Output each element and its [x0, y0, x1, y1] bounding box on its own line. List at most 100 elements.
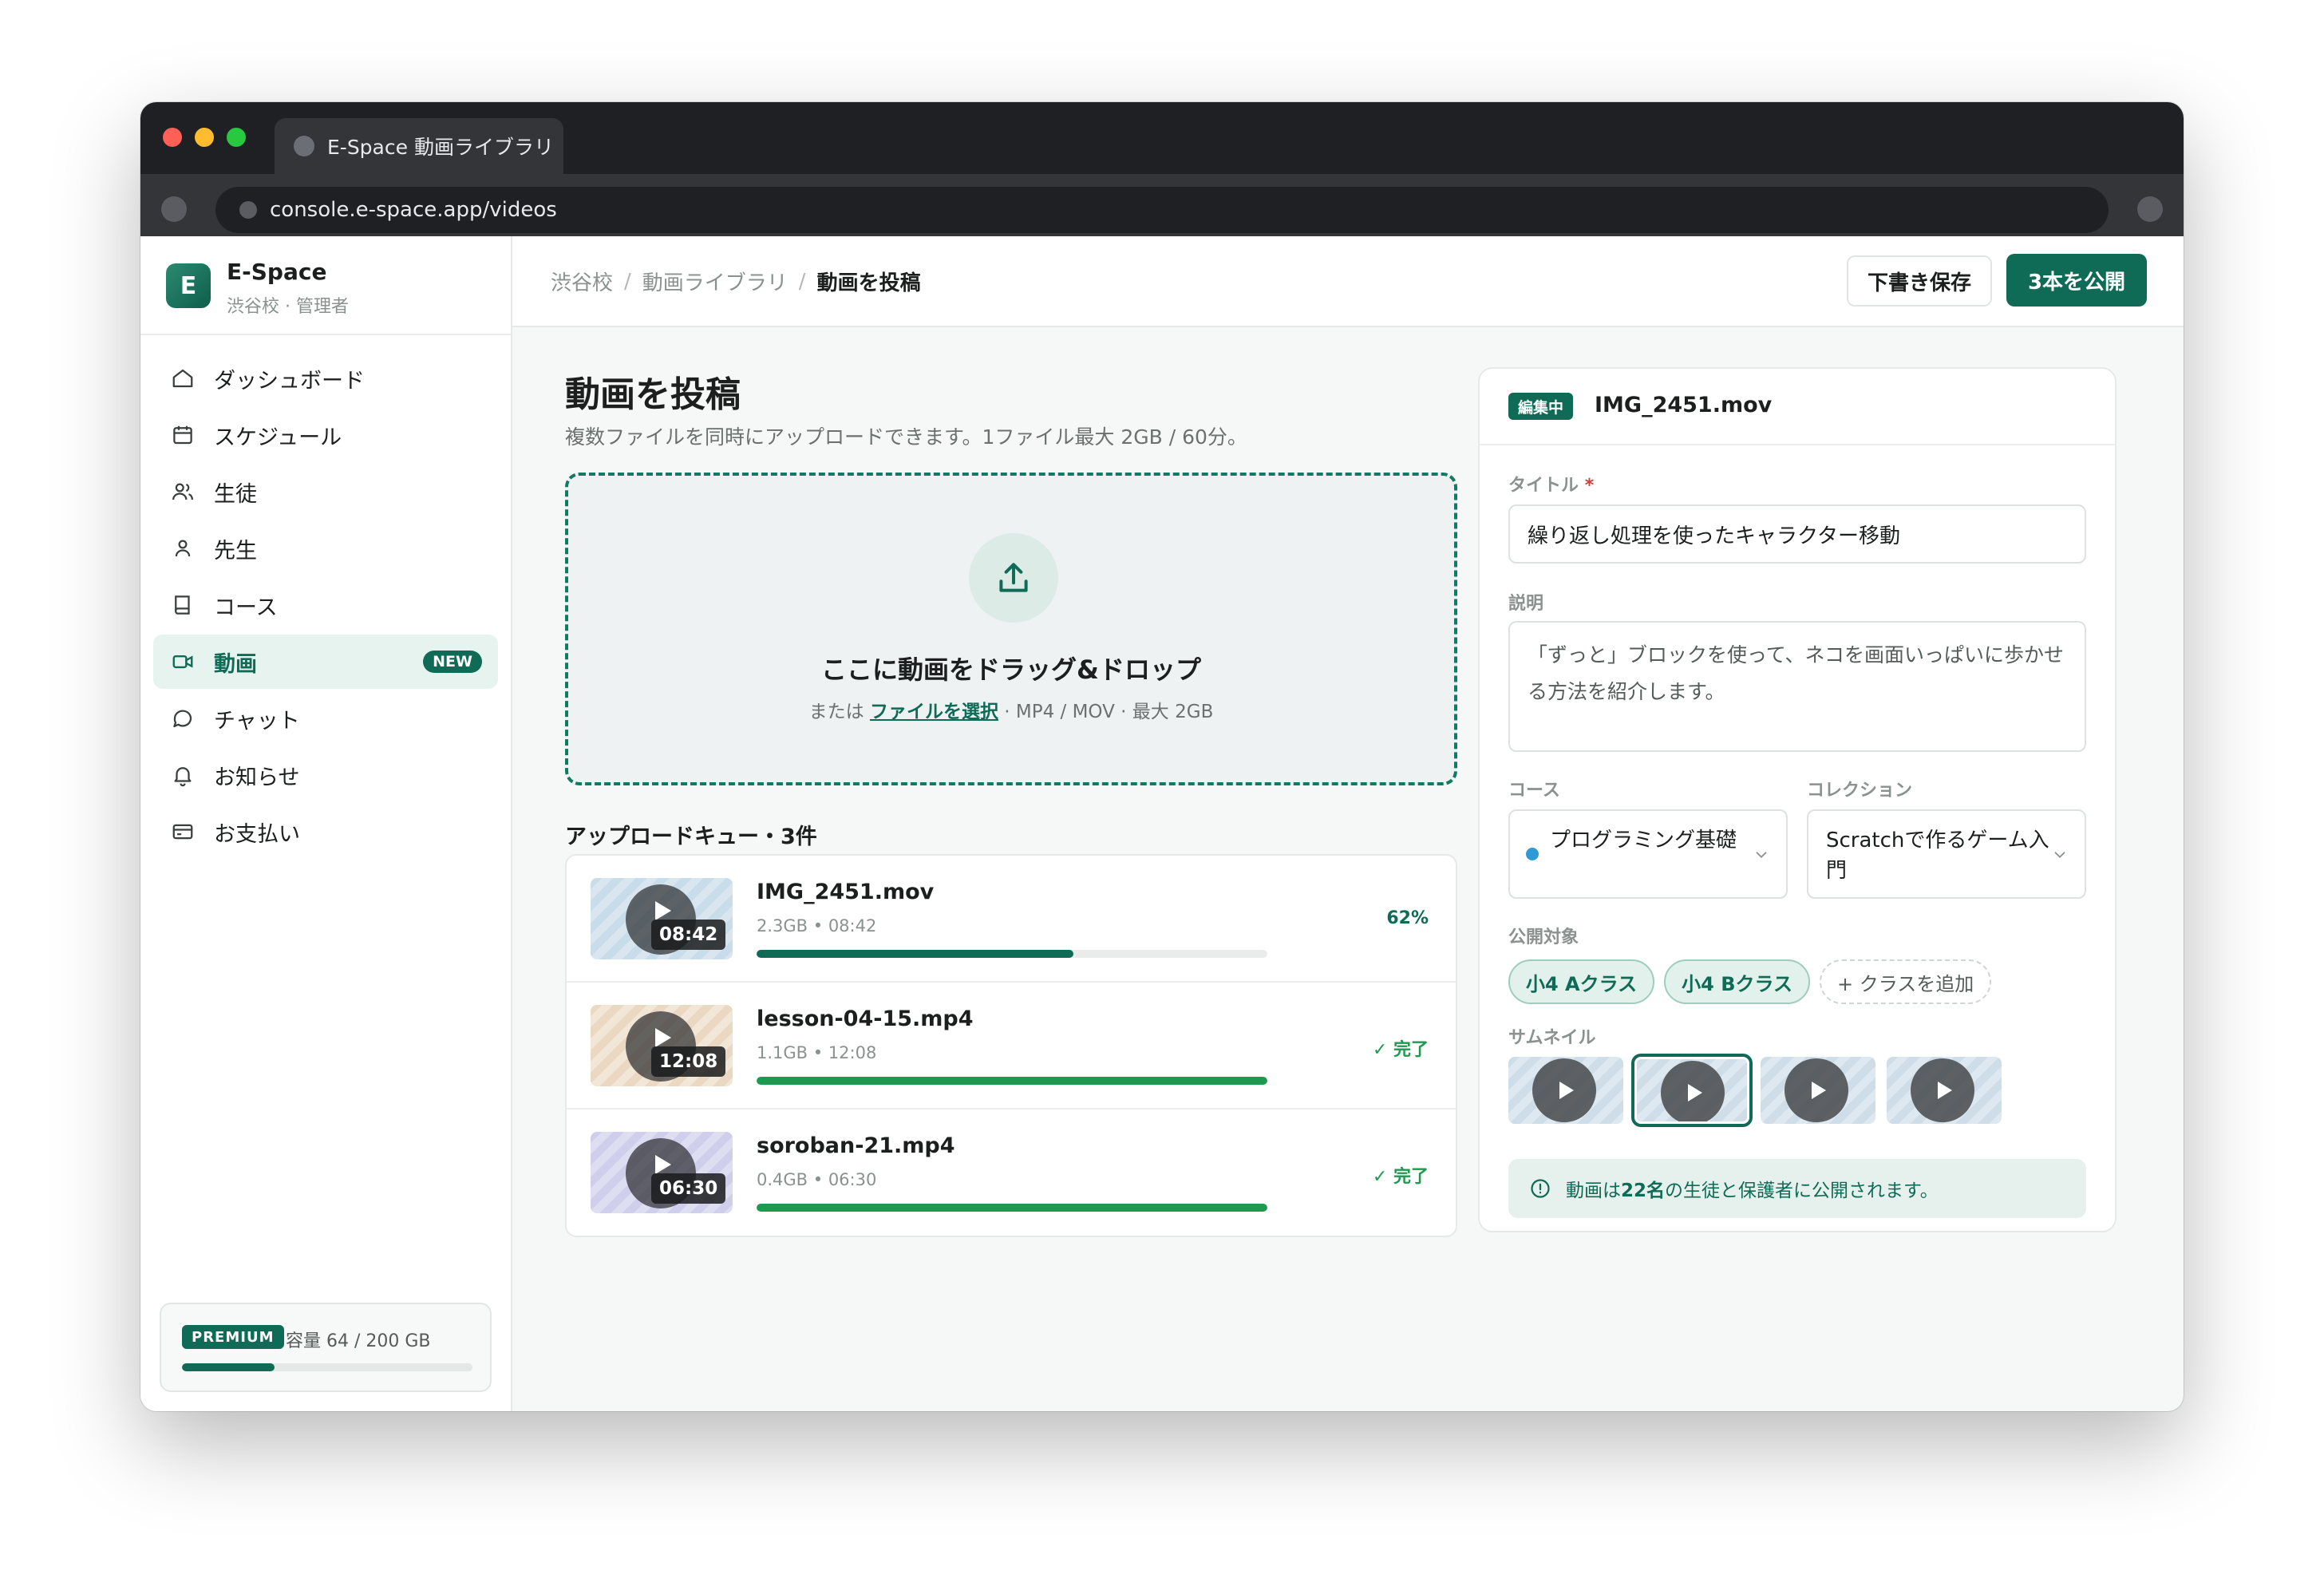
upload-status: ✓ 完了 [1372, 1040, 1429, 1060]
file-name: lesson-04-15.mp4 [757, 1007, 974, 1031]
audience-chips: 小4 Aクラス 小4 Bクラス + クラスを追加 [1508, 959, 1992, 1004]
sidebar-item-students[interactable]: 生徒 [153, 465, 498, 519]
sidebar-item-courses[interactable]: コース [153, 578, 498, 632]
url-text: console.e-space.app/videos [270, 198, 557, 222]
book-icon [171, 593, 195, 617]
file-meta: 0.4GB • 06:30 [757, 1170, 877, 1189]
sidebar-item-teachers[interactable]: 先生 [153, 521, 498, 575]
upload-icon [969, 533, 1058, 623]
tab-title: E-Space 動画ライブラリ [327, 136, 554, 159]
page-subtitle: 複数ファイルを同時にアップロードできます。1ファイル最大 2GB / 60分。 [565, 425, 1247, 449]
thumbnail-option[interactable] [1887, 1057, 2002, 1124]
collection-select[interactable]: Scratchで作るゲーム入門 [1807, 809, 2086, 899]
chevron-down-icon [1756, 852, 1767, 859]
payment-icon [171, 820, 195, 844]
breadcrumb: 渋谷校 / 動画ライブラリ / 動画を投稿 [551, 267, 921, 296]
breadcrumb-separator: / [798, 269, 806, 294]
close-window-button[interactable] [163, 128, 182, 147]
upload-dropzone[interactable]: ここに動画をドラッグ&ドロップ または ファイルを選択 · MP4 / MOV … [565, 473, 1457, 785]
audience-label: 公開対象 [1508, 928, 1579, 947]
brand-name: E-Space [227, 259, 327, 285]
play-icon [1661, 1061, 1725, 1121]
queue-item[interactable]: 08:42 IMG_2451.mov 2.3GB • 08:42 62% [567, 856, 1456, 983]
course-select[interactable]: プログラミング基礎 [1508, 809, 1788, 899]
browser-window: E-Space 動画ライブラリ console.e-space.app/vide… [140, 102, 2184, 1411]
breadcrumb-separator: / [624, 269, 631, 294]
chevron-down-icon [2054, 852, 2065, 859]
thumbnail-option[interactable] [1761, 1057, 1875, 1124]
dropzone-hint: または ファイルを選択 · MP4 / MOV · 最大 2GB [568, 696, 1454, 723]
top-bar: 渋谷校 / 動画ライブラリ / 動画を投稿 下書き保存 3本を公開 [512, 236, 2184, 327]
sidebar-item-videos[interactable]: 動画 NEW [153, 635, 498, 689]
notice-prefix: 動画は [1566, 1181, 1621, 1201]
file-name: soroban-21.mp4 [757, 1133, 955, 1158]
play-icon [1785, 1058, 1848, 1122]
breadcrumb-video-library[interactable]: 動画ライブラリ [642, 267, 788, 296]
chat-icon [171, 706, 195, 730]
sidebar-item-schedule[interactable]: スケジュール [153, 408, 498, 462]
minimize-window-button[interactable] [195, 128, 214, 147]
browser-tab[interactable]: E-Space 動画ライブラリ [275, 118, 563, 174]
site-info-icon[interactable] [239, 201, 257, 219]
main-content: 渋谷校 / 動画ライブラリ / 動画を投稿 下書き保存 3本を公開 動画を投稿 … [512, 236, 2184, 1411]
file-meta: 2.3GB • 08:42 [757, 916, 877, 935]
extensions-button[interactable] [2137, 196, 2163, 222]
premium-badge: PREMIUM [182, 1325, 284, 1349]
video-thumbnail: 06:30 [591, 1132, 733, 1213]
upload-queue-title: アップロードキュー・3件 [565, 825, 817, 849]
duration-badge: 08:42 [651, 920, 726, 950]
description-label: 説明 [1508, 594, 1544, 614]
upload-progress-bar [757, 1204, 1267, 1212]
sidebar-item-dashboard[interactable]: ダッシュボード [153, 351, 498, 405]
video-editor-panel: 編集中 IMG_2451.mov タイトル * 繰り返し処理を使ったキャラクター… [1478, 367, 2116, 1232]
dropzone-title: ここに動画をドラッグ&ドロップ [821, 655, 1201, 685]
sidebar-item-label: スケジュール [214, 425, 342, 450]
brand-logo: E [166, 263, 211, 308]
notice-text: 動画は22名の生徒と保護者に公開されます。 [1566, 1175, 1939, 1202]
audience-chip[interactable]: 小4 Bクラス [1664, 959, 1811, 1004]
publish-button[interactable]: 3本を公開 [2006, 254, 2147, 307]
upload-progress-bar [757, 950, 1267, 958]
breadcrumb-school[interactable]: 渋谷校 [551, 267, 613, 296]
back-button[interactable] [161, 196, 187, 222]
storage-usage-bar [182, 1363, 472, 1371]
required-mark: * [1584, 476, 1595, 496]
address-bar[interactable]: console.e-space.app/videos [215, 187, 2109, 233]
users-icon [171, 480, 195, 504]
collection-value: Scratchで作るゲーム入門 [1826, 829, 2049, 883]
browser-titlebar: E-Space 動画ライブラリ [140, 102, 2184, 174]
sidebar-item-payments[interactable]: お支払い [153, 805, 498, 859]
dropzone-hint-formats: · MP4 / MOV · 最大 2GB [1004, 702, 1214, 722]
sidebar-item-label: お知らせ [214, 765, 300, 790]
thumbnail-option-selected[interactable] [1631, 1054, 1753, 1127]
sidebar-item-label: お支払い [214, 821, 300, 847]
audience-chip[interactable]: 小4 Aクラス [1508, 959, 1655, 1004]
queue-item[interactable]: 12:08 lesson-04-15.mp4 1.1GB • 12:08 ✓ 完… [567, 983, 1456, 1109]
add-class-button[interactable]: + クラスを追加 [1820, 959, 1992, 1004]
video-thumbnail: 12:08 [591, 1005, 733, 1086]
duration-badge: 12:08 [651, 1046, 726, 1077]
sidebar-item-label: 動画 [214, 651, 257, 677]
sidebar-item-notices[interactable]: お知らせ [153, 748, 498, 802]
upload-progress-bar [757, 1077, 1267, 1085]
plan-card[interactable]: PREMIUM 容量 64 / 200 GB [160, 1303, 492, 1392]
sidebar-item-label: チャット [214, 708, 300, 734]
maximize-window-button[interactable] [227, 128, 246, 147]
page-title: 動画を投稿 [565, 374, 741, 415]
course-label: コース [1508, 781, 1560, 801]
video-thumbnail: 08:42 [591, 878, 733, 959]
breadcrumb-current: 動画を投稿 [816, 271, 921, 295]
file-meta: 1.1GB • 12:08 [757, 1043, 877, 1062]
new-badge: NEW [423, 651, 482, 673]
choose-file-link[interactable]: ファイルを選択 [870, 702, 998, 722]
thumbnail-option[interactable] [1508, 1057, 1623, 1124]
favicon-icon [294, 136, 314, 156]
save-draft-button[interactable]: 下書き保存 [1847, 255, 1992, 307]
home-icon [171, 366, 195, 390]
queue-item[interactable]: 06:30 soroban-21.mp4 0.4GB • 06:30 ✓ 完了 [567, 1109, 1456, 1236]
video-icon [171, 650, 195, 674]
description-textarea[interactable]: 「ずっと」ブロックを使って、ネコを画面いっぱいに歩かせる方法を紹介します。 [1508, 621, 2086, 752]
sidebar-item-chat[interactable]: チャット [153, 691, 498, 746]
sidebar: E E-Space 渋谷校 · 管理者 ダッシュボード スケジュール 生徒 先生… [140, 236, 512, 1411]
title-input[interactable]: 繰り返し処理を使ったキャラクター移動 [1508, 504, 2086, 564]
